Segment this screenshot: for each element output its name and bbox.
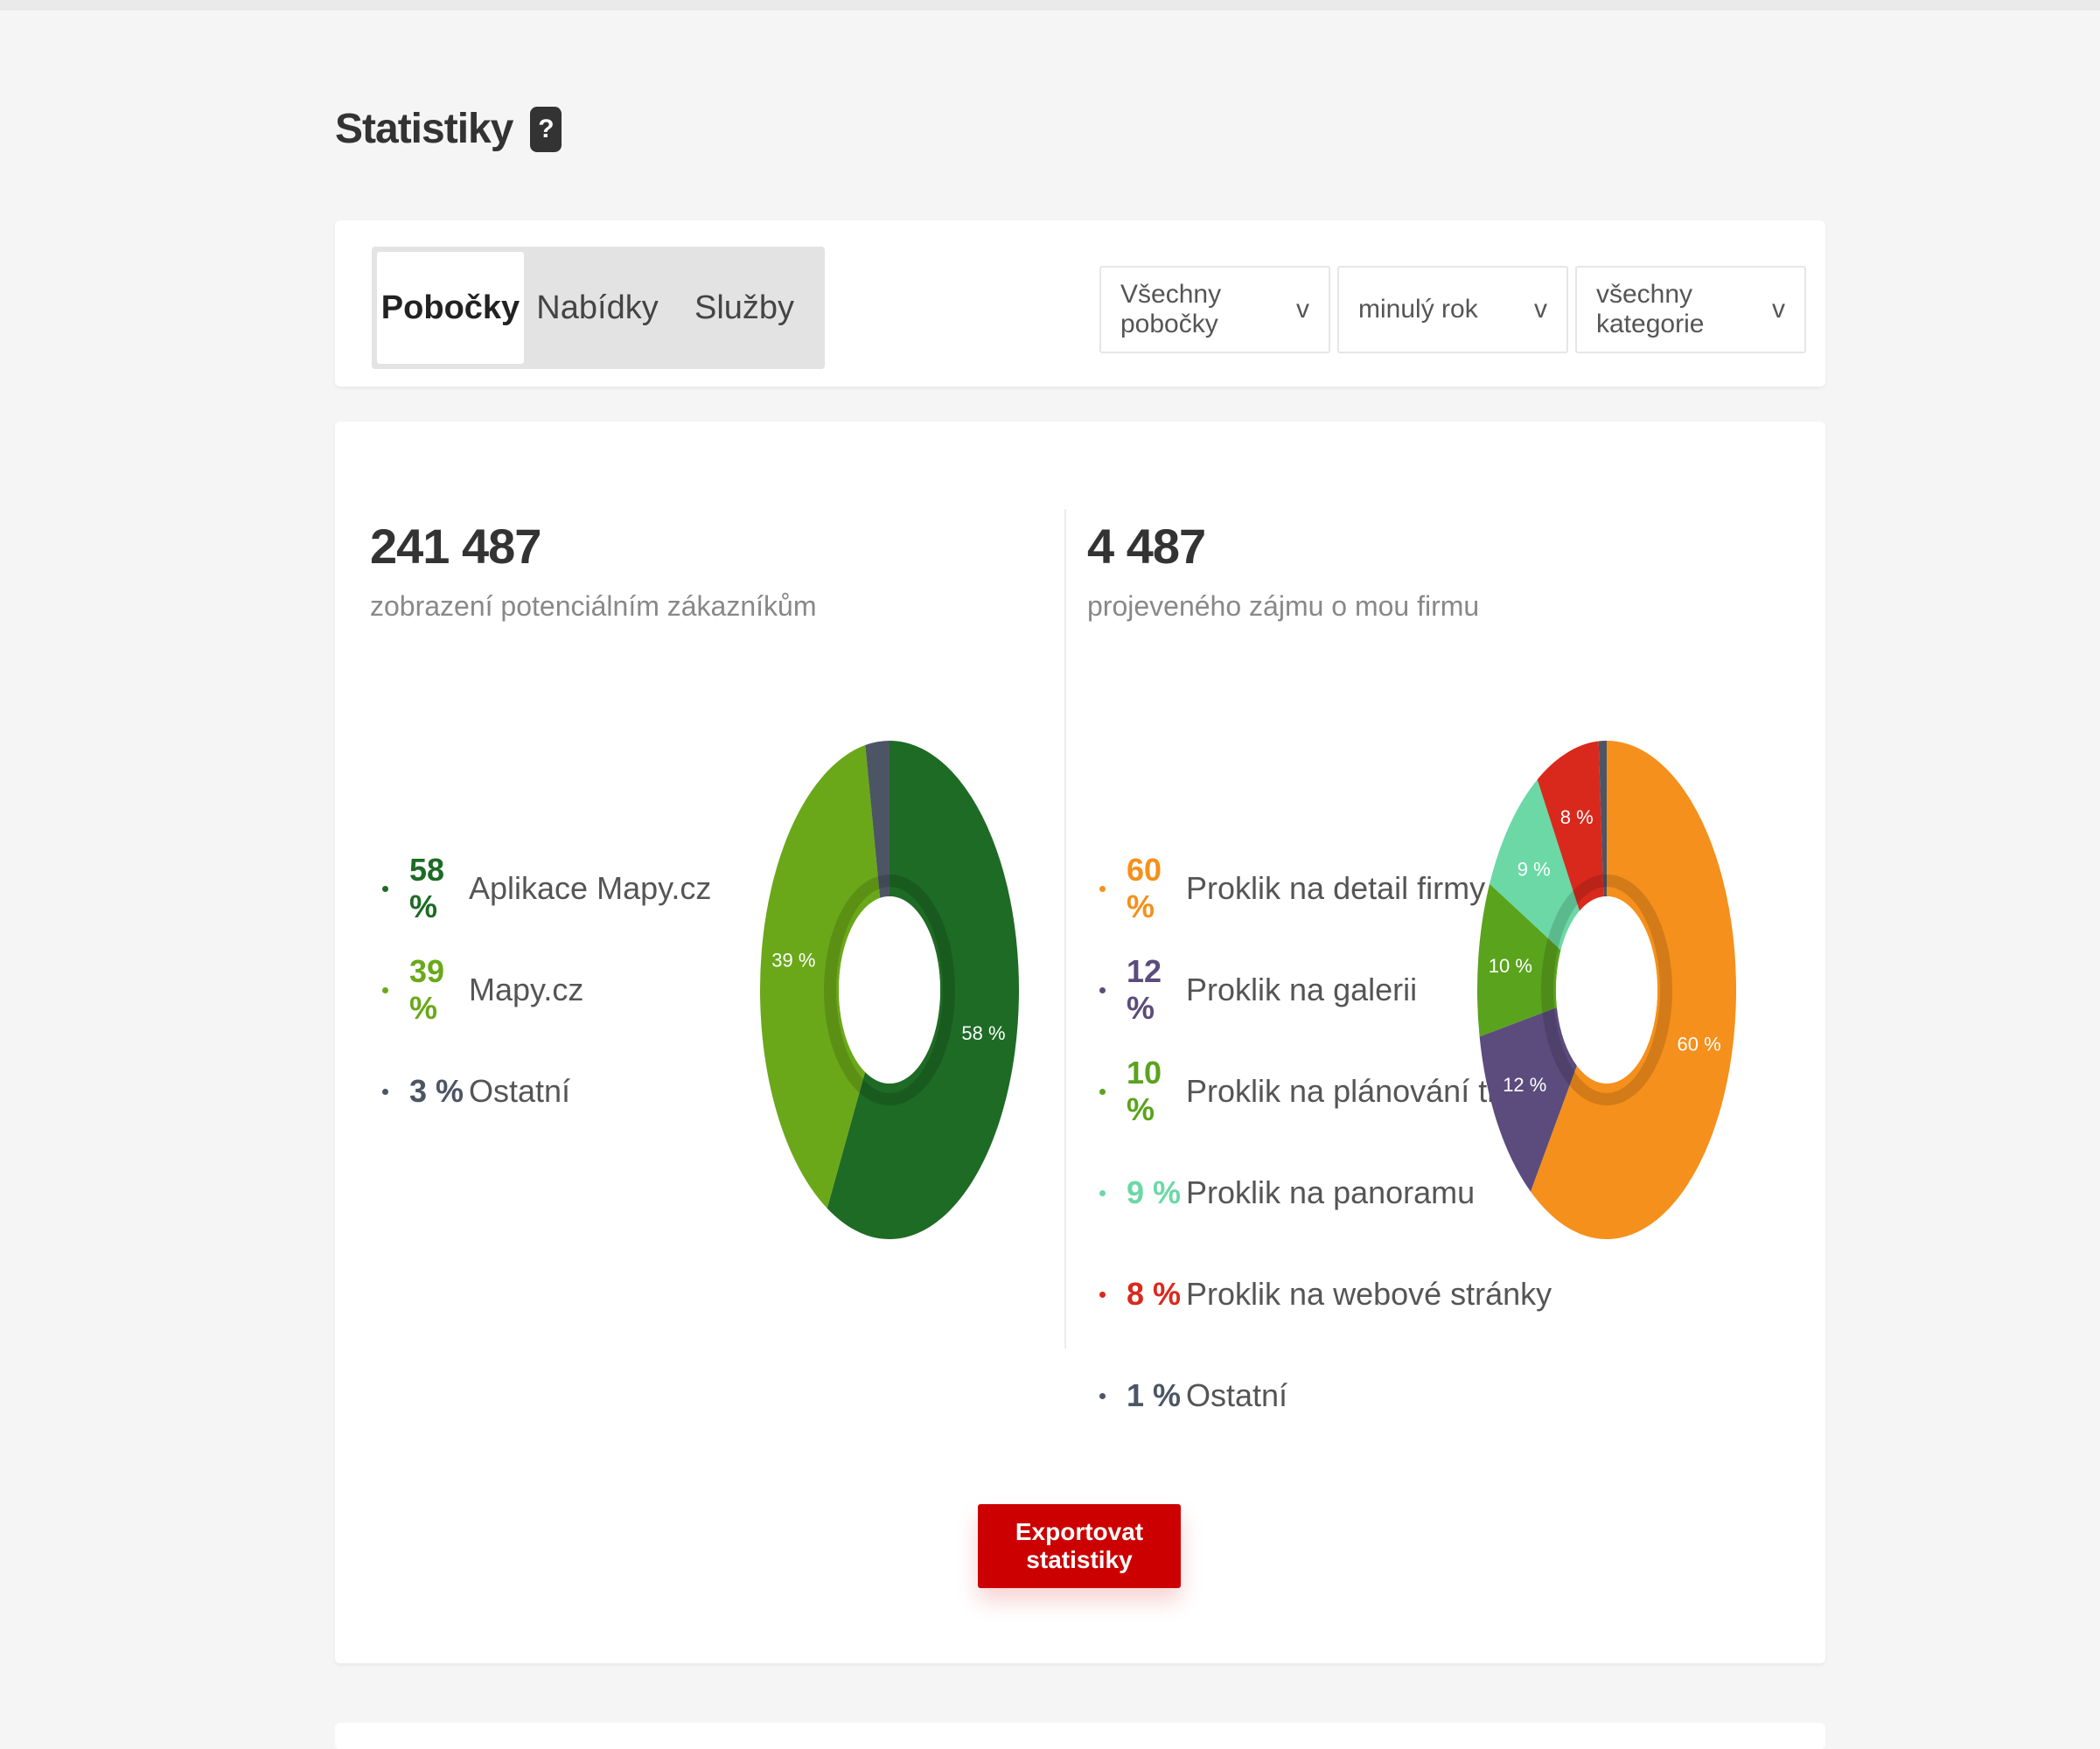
- tab-sluzby[interactable]: Služby: [671, 252, 818, 364]
- export-button[interactable]: Exportovat statistiky: [978, 1504, 1181, 1588]
- donut-slice-label: 39 %: [771, 950, 815, 972]
- stats-card: 241 487 zobrazení potenciálním zákazníků…: [335, 422, 1825, 1663]
- legend-item: 58 % Aplikace Mapy.cz: [370, 852, 712, 924]
- legend-item: 39 % Mapy.cz: [370, 953, 711, 1026]
- donut-slice-label: 8 %: [1560, 806, 1594, 828]
- column-divider: [1064, 509, 1066, 1348]
- legend-percent: 39 %: [409, 953, 445, 1026]
- legend-percent: 60 %: [1127, 852, 1162, 924]
- help-icon[interactable]: ?: [530, 106, 562, 152]
- views-legend: 58 % Aplikace Mapy.cz 39 % Mapy.cz 3 % Ostatn…: [370, 852, 712, 1174]
- branch-select-value: Všechny pobočky: [1120, 280, 1222, 338]
- interest-panel: 4 487 projeveného zájmu o mou firmu 60 %…: [1087, 518, 1804, 1413]
- legend-dot-icon: [382, 986, 388, 993]
- legend-label: Proklik na galerii: [1186, 972, 1418, 1007]
- top-bar: [0, 0, 2100, 10]
- views-subtitle: zobrazení potenciálním zákazníkům: [370, 590, 817, 622]
- legend-percent: 12 %: [1127, 953, 1162, 1026]
- donut-hole: [839, 896, 940, 1084]
- interest-count: 4 487: [1087, 519, 1206, 574]
- legend-label: Ostatní: [1186, 1377, 1288, 1413]
- legend-dot-icon: [1099, 1088, 1106, 1095]
- legend-dot-icon: [1099, 1291, 1106, 1298]
- views-donut-chart: 58 % 39 %: [758, 736, 1021, 1244]
- chevron-down-icon: v: [1534, 295, 1547, 324]
- tab-pobocky[interactable]: Pobočky: [377, 252, 524, 364]
- legend-label: Proklik na detail firmy: [1186, 870, 1486, 906]
- period-select[interactable]: minulý rok v: [1337, 266, 1568, 353]
- donut-slice-label: 12 %: [1503, 1074, 1546, 1096]
- legend-percent: 1 %: [1127, 1377, 1182, 1413]
- legend-label: Mapy.cz: [469, 972, 584, 1007]
- donut-svg: 60 % 12 % 10 % 9 % 8 %: [1477, 741, 1736, 1239]
- legend-percent: 3 %: [409, 1073, 464, 1109]
- donut-slice-label: 58 %: [961, 1022, 1005, 1044]
- legend-dot-icon: [1099, 1189, 1106, 1196]
- statistics-page: Statistiky ? Pobočky Nabídky Služby Všec…: [0, 10, 2100, 1749]
- chevron-down-icon: v: [1772, 295, 1785, 324]
- legend-item: 3 % Ostatní: [370, 1072, 711, 1111]
- donut-slice-label: 10 %: [1489, 955, 1532, 977]
- tab-nabidky[interactable]: Nabídky: [524, 252, 671, 364]
- donut-slice-label: 60 %: [1677, 1033, 1720, 1055]
- legend-dot-icon: [382, 1088, 388, 1095]
- legend-percent: 8 %: [1127, 1276, 1182, 1312]
- legend-percent: 58 %: [409, 852, 445, 924]
- legend-label: Ostatní: [469, 1073, 571, 1109]
- legend-percent: 10 %: [1127, 1055, 1162, 1127]
- page-heading: Statistiky ?: [335, 105, 562, 153]
- views-count: 241 487: [370, 519, 541, 574]
- legend-label: Proklik na panoramu: [1186, 1174, 1476, 1210]
- donut-slice-label: 9 %: [1517, 859, 1551, 881]
- period-select-value: minulý rok: [1358, 295, 1478, 324]
- category-select[interactable]: všechny kategorie v: [1575, 266, 1806, 353]
- legend-item: 8 % Proklik na webové stránky: [1087, 1275, 1552, 1313]
- legend-dot-icon: [382, 885, 388, 892]
- interest-subtitle: projeveného zájmu o mou firmu: [1087, 590, 1480, 622]
- legend-dot-icon: [1099, 1392, 1106, 1399]
- chevron-down-icon: v: [1296, 295, 1309, 324]
- category-select-value: všechny kategorie: [1596, 280, 1705, 338]
- tab-group: Pobočky Nabídky Služby: [372, 247, 825, 369]
- legend-label: Aplikace Mapy.cz: [469, 870, 712, 906]
- legend-dot-icon: [1099, 885, 1106, 892]
- interest-donut-chart: 60 % 12 % 10 % 9 % 8 %: [1476, 736, 1738, 1244]
- filter-card: Pobočky Nabídky Služby Všechny pobočky v…: [335, 220, 1825, 387]
- donut-hole: [1556, 896, 1657, 1084]
- legend-percent: 9 %: [1127, 1174, 1182, 1210]
- filter-selects: Všechny pobočky v minulý rok v všechny k…: [1099, 266, 1806, 353]
- legend-item: 1 % Ostatní: [1087, 1376, 1552, 1415]
- views-panel: 241 487 zobrazení potenciálním zákazníků…: [370, 518, 1035, 1239]
- legend-dot-icon: [1099, 986, 1106, 993]
- branch-select[interactable]: Všechny pobočky v: [1099, 266, 1330, 353]
- next-card: [335, 1723, 1825, 1749]
- page-title: Statistiky: [335, 106, 513, 152]
- donut-svg: 58 % 39 %: [760, 741, 1019, 1239]
- legend-label: Proklik na webové stránky: [1186, 1276, 1552, 1312]
